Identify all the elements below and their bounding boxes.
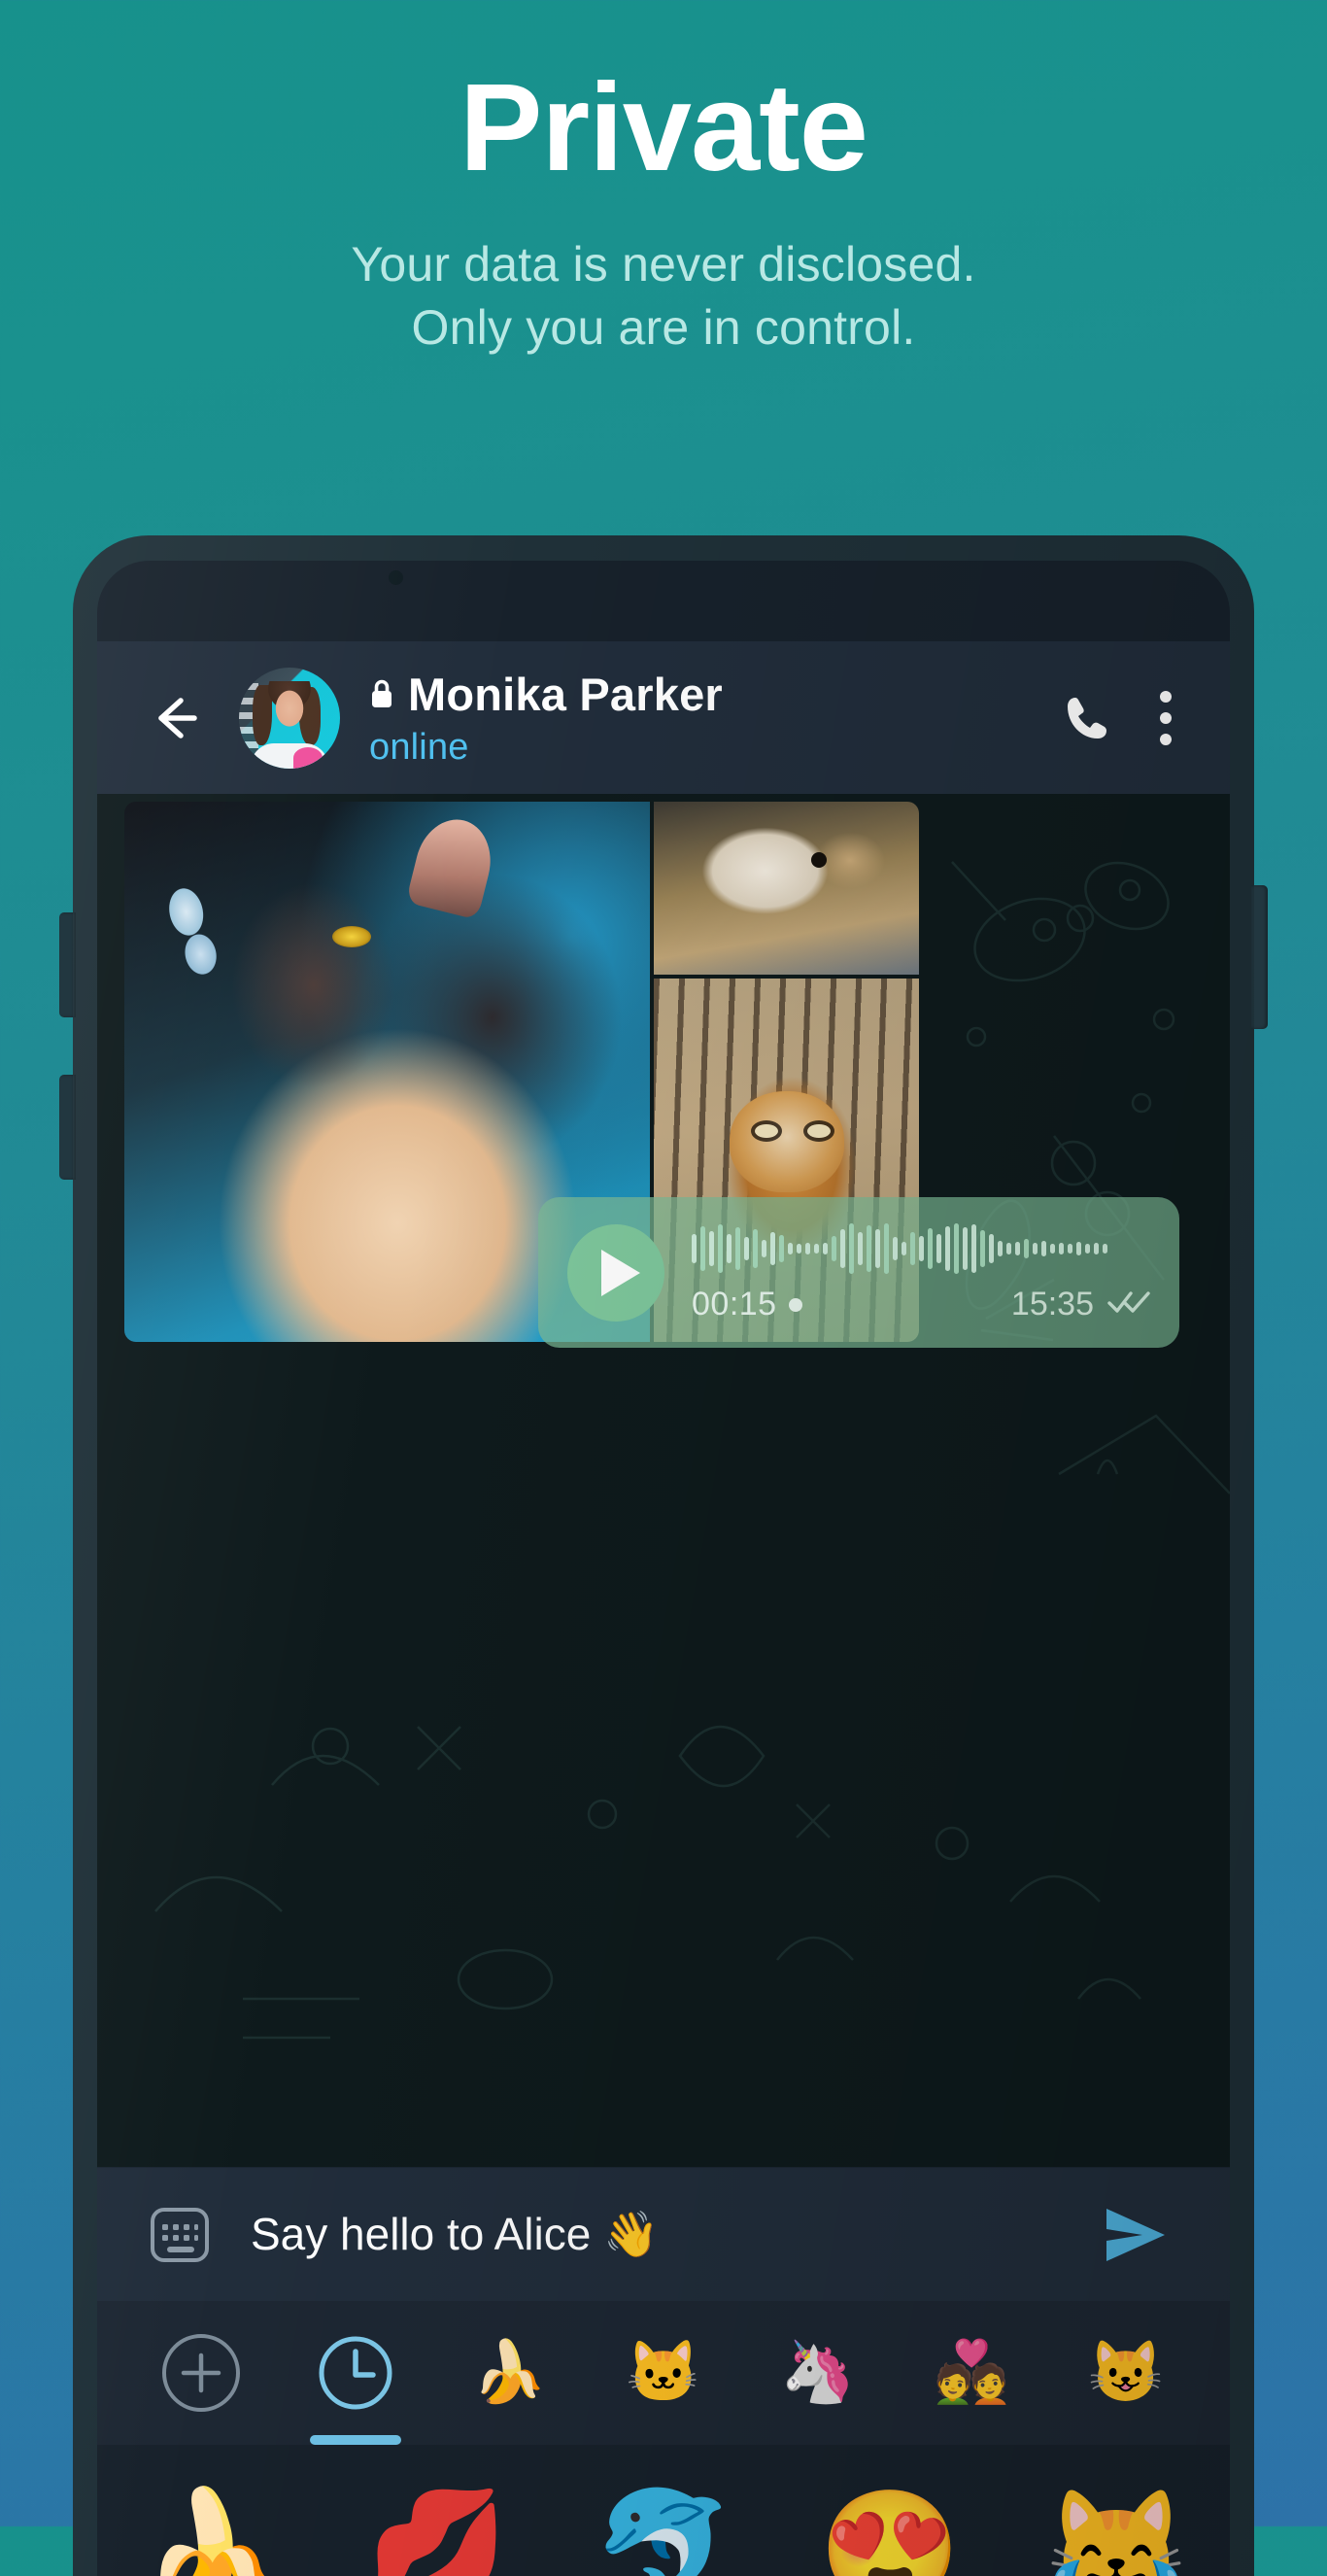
sticker-grid: 🍌 💋 🐬 😍 😹 🐈 😭 😼 👫 🐊 (97, 2445, 1230, 2576)
page-title: Private (0, 0, 1327, 190)
sticker-dolphin[interactable]: 🐬 (593, 2492, 735, 2576)
chat-header-actions (1065, 691, 1197, 745)
back-arrow-icon[interactable] (148, 691, 202, 745)
sticker-banana-heart-eyes[interactable]: 😍 (819, 2492, 962, 2576)
phone-volume-up-button (59, 912, 76, 1017)
sticker-banana-beach[interactable]: 🍌 (139, 2492, 282, 2576)
phone-power-button (1251, 885, 1268, 1029)
promo-header: Private Your data is never disclosed. On… (0, 0, 1327, 360)
avatar[interactable] (239, 668, 340, 769)
message-input-text[interactable]: Say hello to Alice 👋 (251, 2208, 1104, 2261)
keyboard-icon[interactable] (150, 2207, 210, 2263)
chat-title-block[interactable]: Monika Parker online (369, 668, 1065, 769)
lock-icon (369, 678, 394, 709)
cat-face-icon: 🐱 (626, 2343, 700, 2403)
clock-icon (315, 2332, 396, 2414)
phone-screen: Monika Parker online (97, 561, 1230, 2576)
banana-face-icon: 🍌 (472, 2343, 547, 2403)
sticker-laughing-cat[interactable]: 😹 (1045, 2492, 1188, 2576)
sticker-tab-bar: 🍌 🐱 🦄 💑 😺 (97, 2301, 1230, 2445)
promo-subtitle-line-1: Your data is never disclosed. (0, 233, 1327, 296)
more-vertical-icon[interactable] (1160, 691, 1172, 745)
sticker-pack-pinkcat-tab[interactable]: 😺 (1072, 2319, 1179, 2426)
sticker-pack-cat-tab[interactable]: 🐱 (610, 2319, 717, 2426)
chat-header-bar: Monika Parker online (97, 641, 1230, 794)
contact-status: online (369, 727, 1065, 769)
contact-name: Monika Parker (408, 668, 723, 721)
unplayed-dot (789, 1298, 802, 1312)
audio-waveform[interactable] (692, 1221, 1150, 1276)
message-input-bar: Say hello to Alice 👋 (97, 2167, 1230, 2301)
plus-circle-icon (160, 2332, 242, 2414)
sticker-pack-couple-tab[interactable]: 💑 (918, 2319, 1025, 2426)
double-check-icon (1107, 1289, 1150, 1315)
promo-subtitle-line-2: Only you are in control. (0, 296, 1327, 360)
send-icon[interactable] (1104, 2205, 1168, 2265)
add-stickers-tab[interactable] (148, 2319, 255, 2426)
sticker-woman-kiss[interactable]: 💋 (365, 2492, 508, 2576)
voice-message-bubble[interactable]: 00:15 15:35 (538, 1197, 1179, 1348)
pink-cat-icon: 😺 (1088, 2343, 1163, 2403)
promo-subtitle: Your data is never disclosed. Only you a… (0, 233, 1327, 360)
sticker-pack-unicorn-tab[interactable]: 🦄 (765, 2319, 871, 2426)
play-icon (601, 1250, 640, 1296)
message-time: 15:35 (1011, 1286, 1094, 1323)
unicorn-kitty-icon: 🦄 (780, 2343, 855, 2403)
play-button[interactable] (567, 1224, 664, 1322)
phone-volume-down-button (59, 1075, 76, 1180)
couple-heart-icon: 💑 (935, 2343, 1009, 2403)
phone-icon[interactable] (1065, 694, 1109, 742)
recent-stickers-tab[interactable] (302, 2319, 409, 2426)
sticker-pack-banana-tab[interactable]: 🍌 (456, 2319, 562, 2426)
mouse-photo[interactable] (654, 802, 919, 975)
active-tab-indicator (310, 2435, 401, 2445)
voice-duration: 00:15 (692, 1286, 777, 1323)
phone-mockup: Monika Parker online (73, 535, 1254, 2576)
front-camera-dot (389, 570, 403, 585)
chat-message-area: 00:15 15:35 (97, 794, 1230, 2167)
